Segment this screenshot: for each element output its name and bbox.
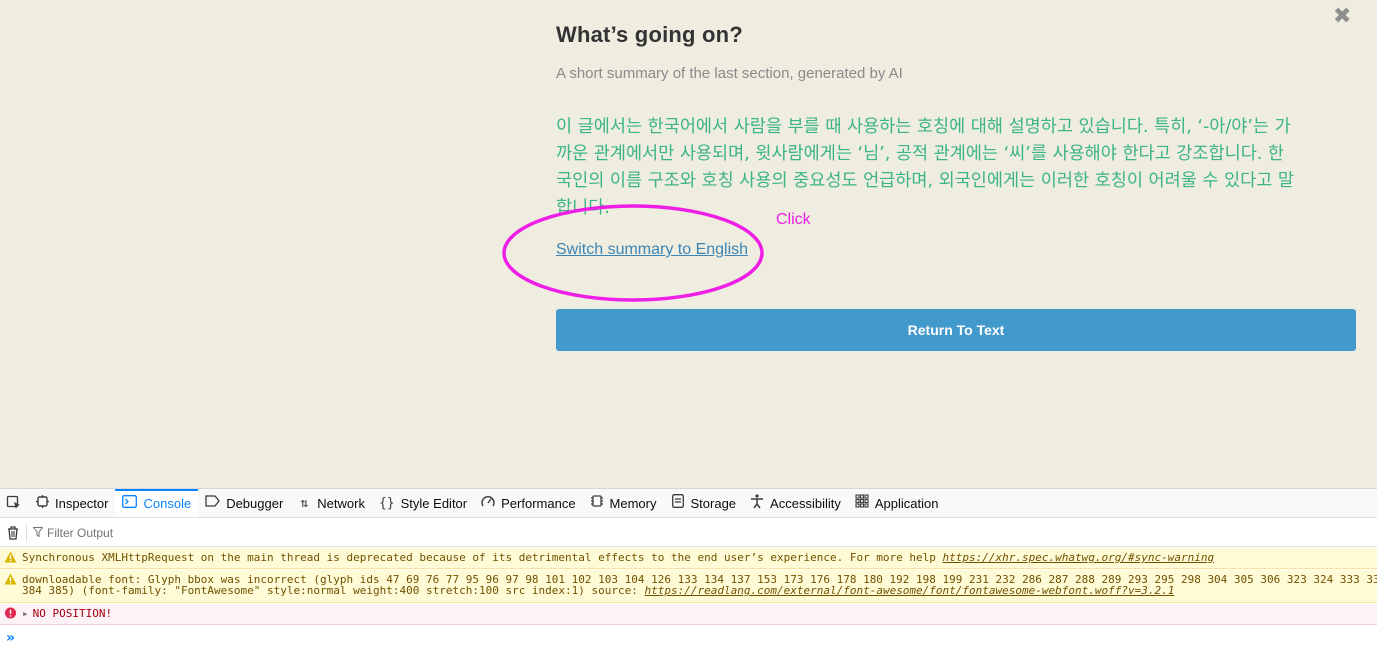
divider — [26, 523, 27, 542]
trash-icon[interactable] — [0, 525, 26, 540]
console-message-error: ▸ NO POSITION! — [0, 604, 1377, 625]
message-text: 384 385) (font-family: "FontAwesome" sty… — [22, 584, 645, 597]
close-icon[interactable]: ✖ — [1333, 6, 1351, 28]
annotation-label: Click — [776, 211, 811, 228]
summary-line: 합니다. — [556, 198, 610, 218]
filter-input[interactable]: Filter Output — [32, 525, 114, 540]
tab-debugger[interactable]: Debugger — [198, 489, 290, 517]
console-message-warning: downloadable font: Glyph bbox was incorr… — [0, 570, 1377, 603]
tab-inspector[interactable]: Inspector — [28, 489, 115, 517]
tab-label: Debugger — [226, 495, 284, 511]
message-text: Synchronous XMLHttpRequest on the main t… — [22, 551, 943, 564]
warning-icon — [4, 573, 17, 585]
summary-line: 국인의 이름 구조와 호칭 사용의 중요성도 언급하며, 외국인에게는 이러한 … — [556, 171, 1294, 191]
tab-network[interactable]: ⇅ Network — [290, 489, 372, 517]
message-text: downloadable font: Glyph bbox was incorr… — [22, 573, 1377, 586]
element-picker-icon[interactable] — [0, 489, 28, 517]
modal-title: What’s going on? — [556, 22, 743, 47]
summary-line: 까운 관계에서만 사용되며, 윗사람에게는 ‘님’, 공적 관계에는 ‘씨’를 … — [556, 144, 1285, 164]
message-link[interactable]: https://xhr.spec.whatwg.org/#sync-warnin… — [943, 551, 1215, 564]
message-text: NO POSITION! — [32, 607, 113, 620]
accessibility-icon — [750, 493, 764, 513]
summary-text: 이 글에서는 한국어에서 사람을 부를 때 사용하는 호칭에 대해 설명하고 있… — [556, 114, 1352, 222]
tab-console[interactable]: Console — [115, 489, 199, 517]
tab-label: Application — [874, 495, 939, 511]
devtools-panel: Inspector Console Debugger ⇅ Network {} … — [0, 488, 1377, 648]
tab-performance[interactable]: Performance — [474, 489, 582, 517]
tab-application[interactable]: Application — [848, 489, 946, 517]
return-to-text-button[interactable]: Return To Text — [556, 309, 1356, 351]
console-filterbar: Filter Output — [0, 519, 1377, 547]
console-message-warning: Synchronous XMLHttpRequest on the main t… — [0, 548, 1377, 569]
message-link[interactable]: https://readlang.com/external/font-aweso… — [645, 584, 1175, 597]
console-icon — [122, 494, 138, 512]
switch-summary-link[interactable]: Switch summary to English — [556, 241, 748, 259]
debugger-icon — [205, 495, 221, 511]
filter-placeholder: Filter Output — [47, 525, 114, 540]
page-content: ✖ What’s going on? A short summary of th… — [0, 0, 1377, 488]
network-icon: ⇅ — [300, 495, 309, 511]
application-icon — [855, 494, 869, 512]
tab-style-editor[interactable]: {} Style Editor — [372, 489, 474, 517]
memory-icon — [590, 494, 604, 512]
error-icon — [4, 607, 17, 619]
summary-line: 이 글에서는 한국어에서 사람을 부를 때 사용하는 호칭에 대해 설명하고 있… — [556, 117, 1291, 137]
style-editor-icon: {} — [378, 495, 395, 511]
tab-label: Storage — [690, 495, 737, 511]
tab-label: Inspector — [55, 495, 109, 511]
tab-accessibility[interactable]: Accessibility — [743, 489, 848, 517]
modal-subtitle: A short summary of the last section, gen… — [556, 65, 903, 82]
tab-label: Performance — [501, 495, 576, 511]
storage-icon — [671, 494, 685, 512]
performance-icon — [481, 495, 495, 511]
devtools-tabbar: Inspector Console Debugger ⇅ Network {} … — [0, 489, 1377, 518]
tab-label: Network — [317, 495, 365, 511]
console-prompt-icon[interactable]: » — [6, 630, 15, 646]
tab-memory[interactable]: Memory — [583, 489, 664, 517]
warning-icon — [4, 551, 17, 563]
inspector-icon — [35, 494, 49, 512]
expand-arrow-icon[interactable]: ▸ — [22, 607, 29, 621]
tab-label: Memory — [609, 495, 657, 511]
filter-icon — [32, 526, 44, 540]
tab-storage[interactable]: Storage — [664, 489, 744, 517]
tab-label: Console — [143, 495, 192, 511]
tab-label: Accessibility — [770, 495, 841, 511]
tab-label: Style Editor — [400, 495, 468, 511]
